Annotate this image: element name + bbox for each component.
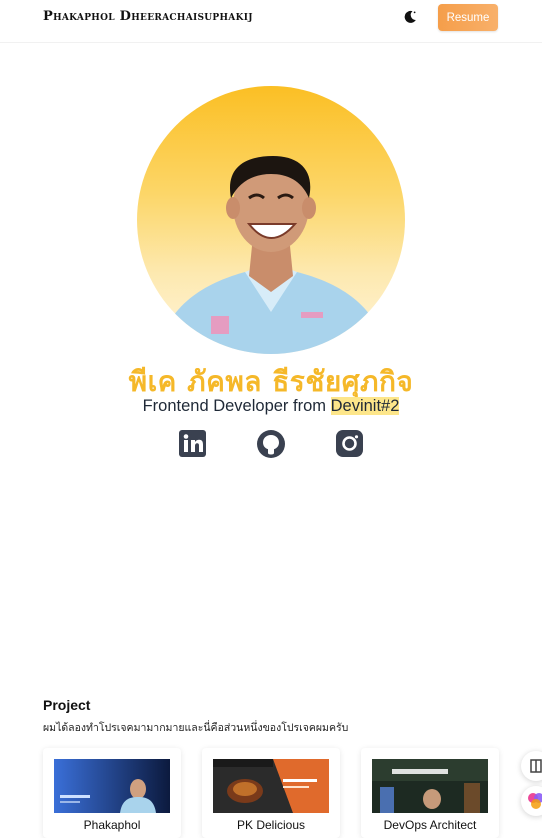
- projects-description: ผมได้ลองทำโปรเจคมามากมายและนี่คือส่วนหนึ…: [43, 722, 349, 734]
- site-brand[interactable]: Phakaphol Dheerachaisuphakij: [43, 9, 253, 24]
- project-thumbnail: [213, 759, 329, 813]
- project-card[interactable]: PK Delicious: [202, 748, 340, 838]
- reader-mode-icon[interactable]: [521, 751, 542, 781]
- top-navbar: Phakaphol Dheerachaisuphakij Resume: [0, 0, 542, 43]
- linkedin-icon[interactable]: [178, 429, 208, 459]
- project-card-title: Phakaphol: [83, 818, 141, 832]
- moon-icon[interactable]: [402, 9, 418, 25]
- hero-subtitle-text: Frontend Developer from: [142, 397, 331, 415]
- github-icon[interactable]: [256, 429, 286, 459]
- project-card[interactable]: DevOps Architect: [361, 748, 499, 838]
- project-card-title: PK Delicious: [236, 818, 306, 832]
- project-thumbnail: [372, 759, 488, 813]
- projects-title: Project: [43, 697, 91, 713]
- resume-button[interactable]: Resume: [438, 4, 498, 31]
- project-card-title: DevOps Architect: [383, 818, 477, 832]
- instagram-icon[interactable]: [335, 429, 365, 459]
- project-thumbnail: [54, 759, 170, 813]
- profile-photo: [137, 86, 405, 354]
- project-card[interactable]: Phakaphol: [43, 748, 181, 838]
- assistant-icon[interactable]: [521, 786, 542, 816]
- hero-subtitle: Frontend Developer from Devinit#2: [0, 397, 542, 416]
- hero-subtitle-highlight: Devinit#2: [330, 397, 400, 415]
